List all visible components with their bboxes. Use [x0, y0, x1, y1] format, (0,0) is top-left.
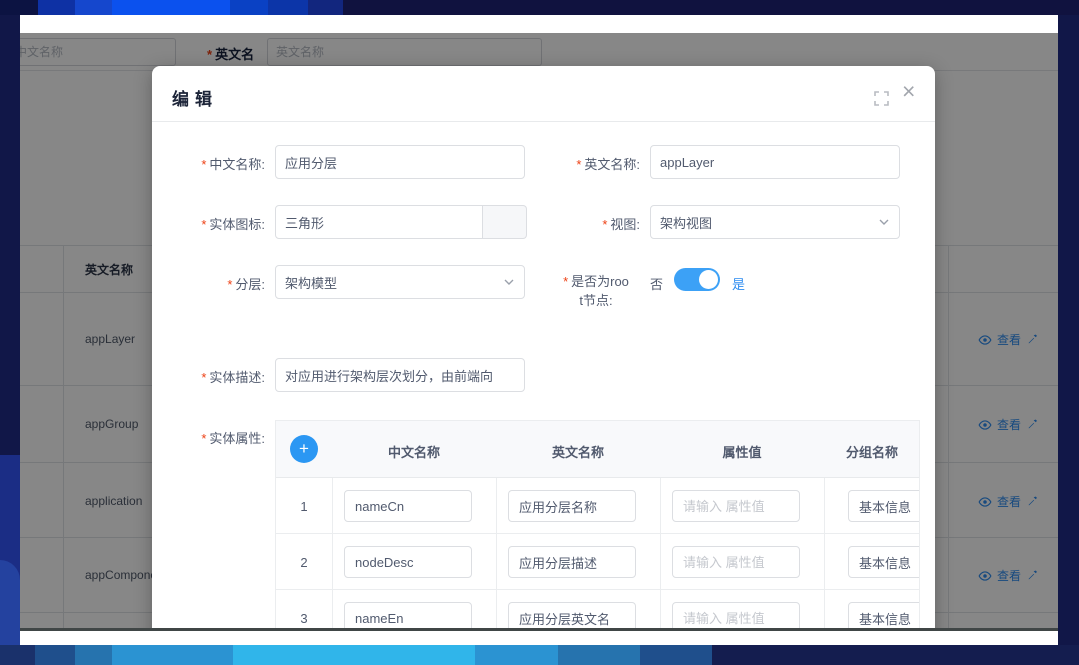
- entity-icon-label: *实体图标:: [165, 214, 265, 233]
- close-icon[interactable]: ×: [902, 80, 915, 103]
- cn-name-input[interactable]: [275, 145, 525, 179]
- en-name-input[interactable]: [650, 145, 900, 179]
- required-marker: *: [602, 217, 607, 232]
- header-group-name: 分组名称: [812, 442, 920, 461]
- en-name-label: *英文名称:: [540, 154, 640, 173]
- toggle-off-text: 否: [650, 274, 663, 293]
- required-marker: *: [201, 217, 206, 232]
- root-toggle[interactable]: [674, 268, 720, 291]
- layer-label: *分层:: [165, 274, 265, 293]
- modal-header-divider: [152, 121, 935, 122]
- attr-cn-input[interactable]: [344, 602, 472, 628]
- attr-value-input[interactable]: [672, 490, 800, 522]
- required-marker: *: [201, 157, 206, 172]
- toggle-knob: [699, 270, 718, 289]
- modal-title: 编辑: [172, 85, 218, 110]
- row-index: 2: [276, 555, 332, 570]
- attr-en-input[interactable]: [508, 602, 636, 628]
- row-index: 3: [276, 611, 332, 626]
- attr-value-input[interactable]: [672, 602, 800, 628]
- required-marker: *: [201, 431, 206, 446]
- attribute-row: 3: [276, 590, 919, 628]
- attributes-table: + 中文名称 英文名称 属性值 分组名称 1 2: [275, 420, 920, 628]
- entity-desc-label: *实体描述:: [165, 367, 265, 386]
- edit-modal: 编辑 × *中文名称: *英文名称: *实体图标: *视图:: [152, 66, 935, 628]
- attr-cn-input[interactable]: [344, 490, 472, 522]
- attribute-row: 2: [276, 534, 919, 590]
- view-label: *视图:: [540, 214, 640, 233]
- attr-en-input[interactable]: [508, 546, 636, 578]
- header-cn-name: 中文名称: [354, 442, 474, 461]
- is-root-label: *是否为roo t节点:: [554, 272, 638, 310]
- attr-value-input[interactable]: [672, 546, 800, 578]
- app-window: *英文名 英文名称 appLayer appGroup application …: [20, 33, 1058, 628]
- layer-select[interactable]: 架构模型: [275, 265, 525, 299]
- required-marker: *: [201, 370, 206, 385]
- toggle-on-text: 是: [732, 274, 745, 293]
- required-marker: *: [576, 157, 581, 172]
- screenshot-bottom-edge: [20, 628, 1058, 631]
- frame-top-bar: [0, 0, 1079, 15]
- chevron-down-icon: [503, 276, 515, 288]
- frame-bottom-bar: [0, 645, 1079, 665]
- attr-group-input[interactable]: [848, 490, 920, 522]
- attr-en-input[interactable]: [508, 490, 636, 522]
- add-row-button[interactable]: +: [290, 435, 318, 463]
- attr-cn-input[interactable]: [344, 546, 472, 578]
- entity-attrs-label: *实体属性:: [165, 428, 265, 447]
- icon-picker-button[interactable]: [483, 205, 527, 239]
- header-en-name: 英文名称: [518, 442, 638, 461]
- attr-group-input[interactable]: [848, 602, 920, 628]
- required-marker: *: [563, 274, 568, 289]
- view-select[interactable]: 架构视图: [650, 205, 900, 239]
- required-marker: *: [227, 277, 232, 292]
- header-attr-value: 属性值: [682, 442, 802, 461]
- chevron-down-icon: [878, 216, 890, 228]
- attr-group-input[interactable]: [848, 546, 920, 578]
- attributes-table-header: + 中文名称 英文名称 属性值 分组名称: [276, 421, 919, 478]
- entity-desc-input[interactable]: [275, 358, 525, 392]
- attribute-row: 1: [276, 478, 919, 534]
- cn-name-label: *中文名称:: [165, 154, 265, 173]
- row-index: 1: [276, 499, 332, 514]
- fullscreen-icon[interactable]: [874, 91, 889, 111]
- screenshot-canvas: *英文名 英文名称 appLayer appGroup application …: [0, 0, 1079, 665]
- entity-icon-input[interactable]: [275, 205, 483, 239]
